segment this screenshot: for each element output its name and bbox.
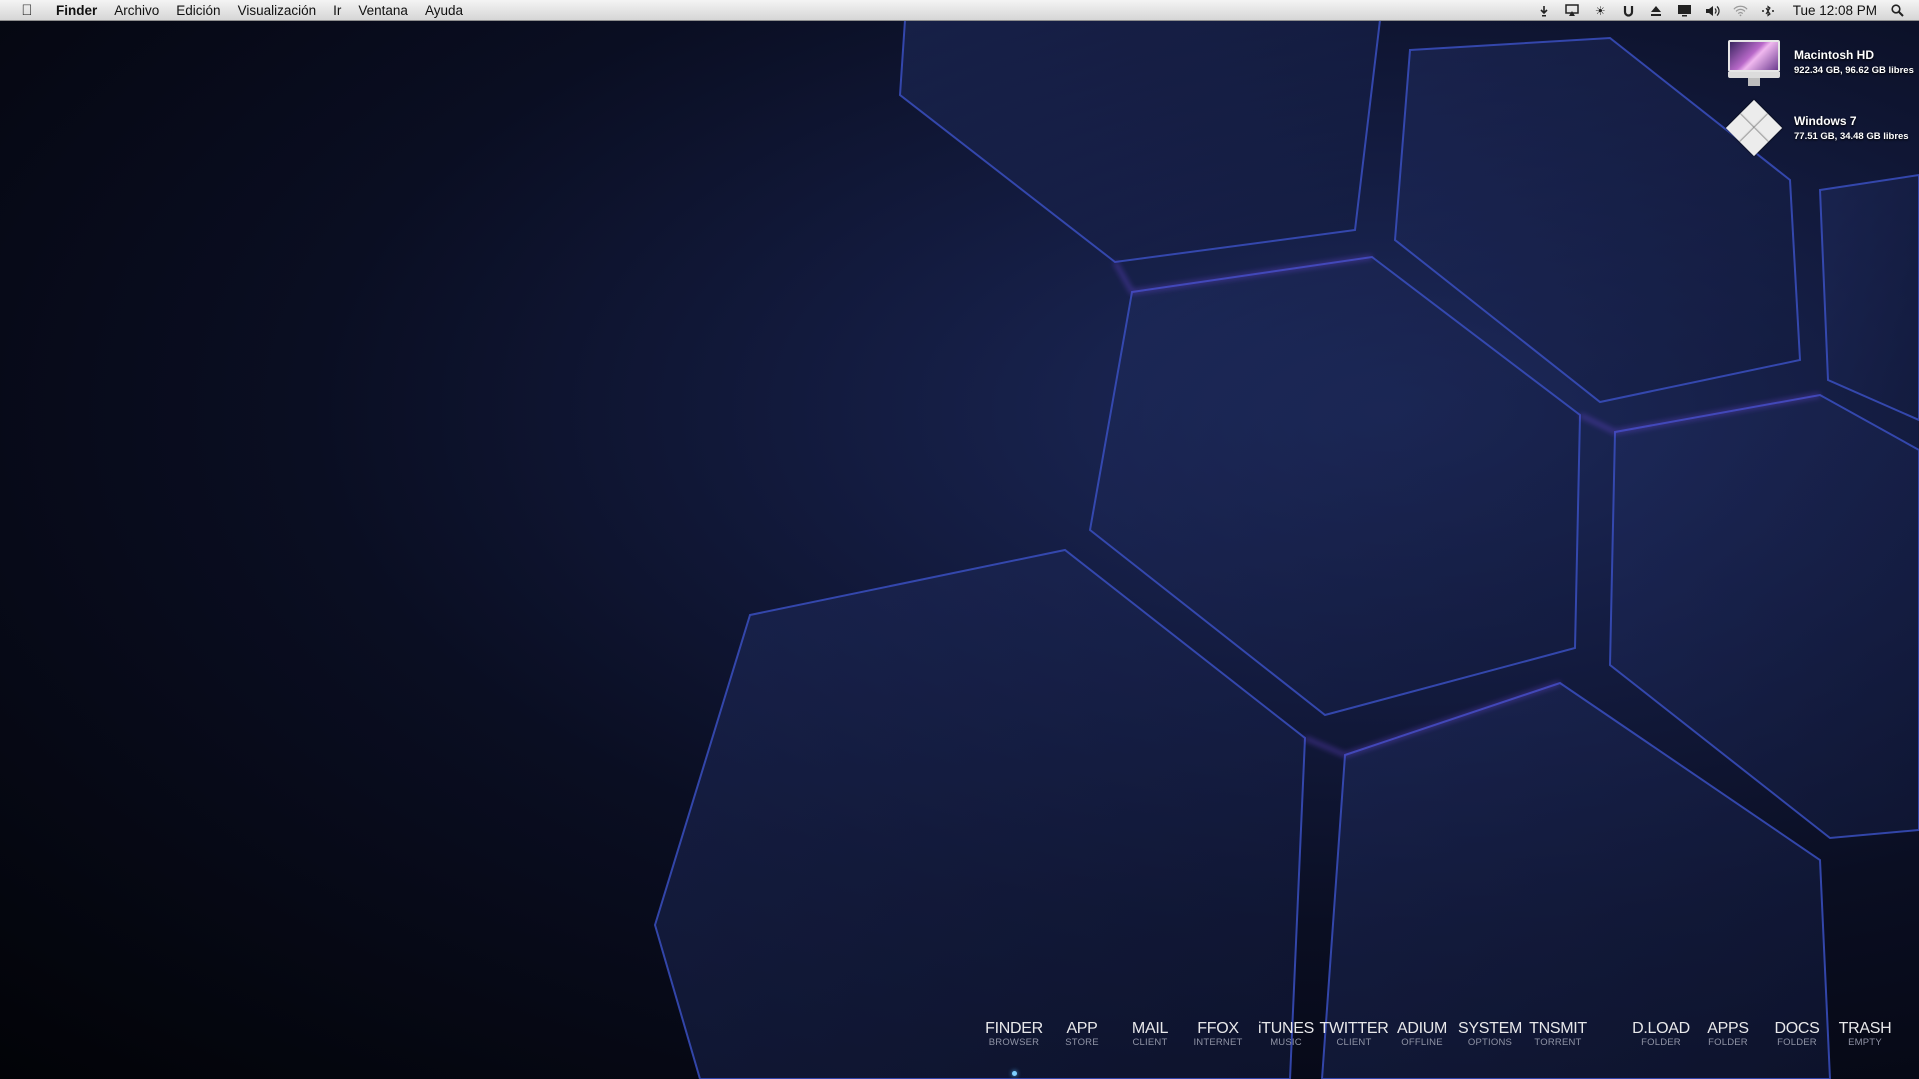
volume-icon[interactable] — [1705, 3, 1720, 18]
dock-item-sublabel: CLIENT — [1336, 1037, 1372, 1048]
dock-item-trash[interactable]: TRASH EMPTY — [1830, 1020, 1900, 1048]
dock-item-label: APP — [1066, 1020, 1098, 1037]
menu-bar-left:  Finder Archivo Edición Visualización I… — [0, 2, 480, 19]
menu-finder[interactable]: Finder — [56, 3, 97, 18]
dock-item-label: MAIL — [1131, 1020, 1169, 1037]
menu-bar:  Finder Archivo Edición Visualización I… — [0, 0, 1919, 21]
menu-edicion[interactable]: Edición — [176, 3, 220, 18]
dock-item-label: TWITTER — [1319, 1020, 1389, 1037]
desktop-drive-windows-7[interactable]: Windows 7 77.51 GB, 34.48 GB libres — [1724, 99, 1909, 157]
menu-archivo[interactable]: Archivo — [114, 3, 159, 18]
dock-item-sublabel: FOLDER — [1708, 1037, 1748, 1048]
search-icon[interactable] — [1890, 3, 1905, 18]
dock-item-label: TNSMIT — [1529, 1020, 1587, 1037]
dock-item-firefox[interactable]: FFOX INTERNET — [1183, 1020, 1253, 1048]
hexagon — [653, 548, 1307, 1079]
airplay-icon[interactable] — [1565, 3, 1580, 18]
dock-item-applications-folder[interactable]: APPS FOLDER — [1693, 1020, 1763, 1048]
dock-item-label: D.LOAD — [1632, 1020, 1690, 1037]
dock-item-label: TRASH — [1838, 1020, 1892, 1037]
dock-item-label: SYSTEM — [1458, 1020, 1522, 1037]
dock-item-sublabel: CLIENT — [1132, 1037, 1168, 1048]
dock-item-label: iTUNES — [1258, 1020, 1314, 1037]
dock-item-label: ADIUM — [1396, 1020, 1448, 1037]
dock-item-system-preferences[interactable]: SYSTEM OPTIONS — [1455, 1020, 1525, 1048]
dock-item-label: FFOX — [1197, 1020, 1239, 1037]
dock-item-mail[interactable]: MAIL CLIENT — [1115, 1020, 1185, 1048]
drive-name[interactable]: Windows 7 — [1794, 114, 1909, 128]
dock-item-sublabel: OFFLINE — [1401, 1037, 1443, 1048]
menu-bar-clock[interactable]: Tue 12:08 PM — [1793, 3, 1877, 18]
drive-name[interactable]: Macintosh HD — [1794, 48, 1914, 62]
dock-item-sublabel: MUSIC — [1270, 1037, 1302, 1048]
imac-stand — [1748, 78, 1760, 86]
dock-item-downloads-folder[interactable]: D.LOAD FOLDER — [1626, 1020, 1696, 1048]
brightness-icon[interactable]: ☀ — [1593, 3, 1608, 18]
menu-bar-status-area: ☀ Tue 12:08 PM — [1537, 0, 1905, 21]
hexagon-grid — [653, 19, 1919, 1079]
drive-info: 922.34 GB, 96.62 GB libres — [1794, 65, 1914, 76]
dock-item-label: FINDER — [985, 1020, 1043, 1037]
dock-item-sublabel: FOLDER — [1777, 1037, 1817, 1048]
download-arrow-icon[interactable] — [1537, 3, 1552, 18]
dock-item-adium[interactable]: ADIUM OFFLINE — [1387, 1020, 1457, 1048]
dock-item-documents-folder[interactable]: DOCS FOLDER — [1762, 1020, 1832, 1048]
dock-item-sublabel: FOLDER — [1641, 1037, 1681, 1048]
windows-drive-icon[interactable] — [1724, 99, 1784, 157]
dock-item-finder[interactable]: FINDER BROWSER — [979, 1020, 1049, 1048]
imac-drive-icon[interactable] — [1724, 34, 1784, 90]
dock-item-sublabel: INTERNET — [1193, 1037, 1243, 1048]
magnet-icon[interactable] — [1621, 3, 1636, 18]
imac-screen — [1728, 40, 1780, 72]
dock-item-sublabel: OPTIONS — [1467, 1037, 1513, 1048]
display-icon[interactable] — [1677, 3, 1692, 18]
wifi-icon[interactable] — [1733, 3, 1748, 18]
dock-item-twitter[interactable]: TWITTER CLIENT — [1319, 1020, 1389, 1048]
dock-item-sublabel: STORE — [1065, 1037, 1099, 1048]
dock: FINDER BROWSER APP STORE MAIL CLIENT FFO… — [0, 1020, 1919, 1060]
eject-icon[interactable] — [1649, 3, 1664, 18]
menu-ir[interactable]: Ir — [333, 3, 341, 18]
dock-item-sublabel: EMPTY — [1848, 1037, 1882, 1048]
dock-item-transmission[interactable]: TNSMIT TORRENT — [1523, 1020, 1593, 1048]
menu-ventana[interactable]: Ventana — [358, 3, 408, 18]
menu-ayuda[interactable]: Ayuda — [425, 3, 463, 18]
menu-visualizacion[interactable]: Visualización — [238, 3, 317, 18]
dock-running-indicator — [1012, 1071, 1017, 1076]
dock-item-sublabel: BROWSER — [988, 1037, 1040, 1048]
bluetooth-icon[interactable] — [1761, 3, 1776, 18]
hexagon-wallpaper — [653, 19, 1919, 1079]
dock-item-itunes[interactable]: iTUNES MUSIC — [1251, 1020, 1321, 1048]
dock-item-label: APPS — [1707, 1020, 1749, 1037]
desktop-drive-macintosh-hd[interactable]: Macintosh HD 922.34 GB, 96.62 GB libres — [1724, 34, 1914, 90]
hexagon — [1818, 173, 1919, 422]
drive-info: 77.51 GB, 34.48 GB libres — [1794, 131, 1909, 142]
dock-item-label: DOCS — [1774, 1020, 1820, 1037]
dock-item-sublabel: TORRENT — [1534, 1037, 1582, 1048]
dock-item-app-store[interactable]: APP STORE — [1047, 1020, 1117, 1048]
drive-text: Windows 7 77.51 GB, 34.48 GB libres — [1794, 114, 1909, 142]
drive-text: Macintosh HD 922.34 GB, 96.62 GB libres — [1794, 48, 1914, 76]
apple-logo-icon[interactable]:  — [18, 2, 36, 19]
hexagon — [898, 19, 1382, 264]
